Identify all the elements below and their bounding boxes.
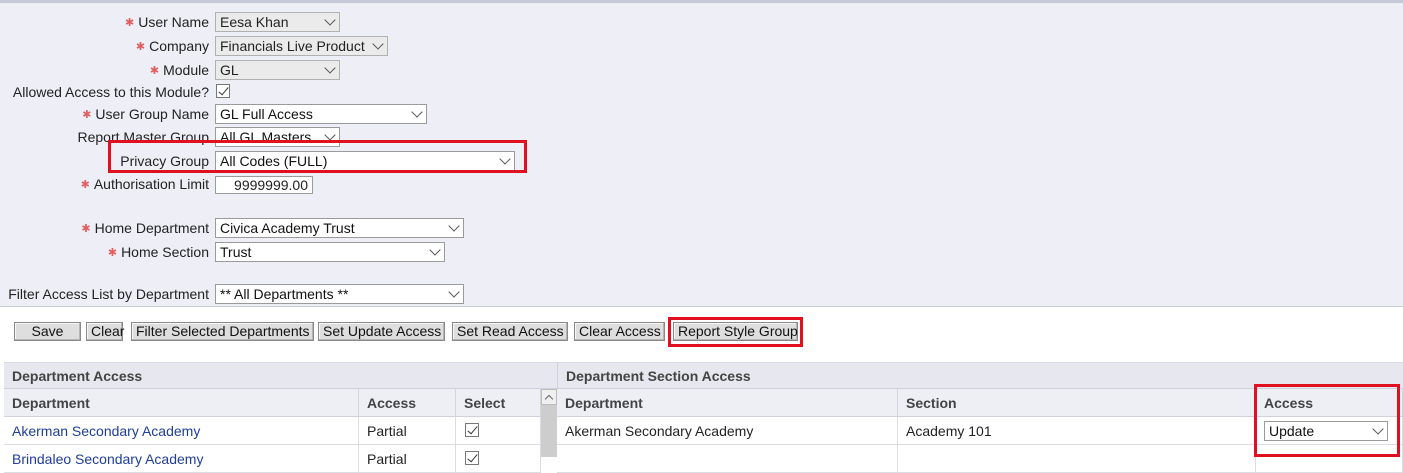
- clear-button[interactable]: Clear: [86, 322, 124, 341]
- user-access-form: ✱ User Name Eesa Khan ✱ Company Financials…: [0, 0, 1403, 307]
- clear-access-button[interactable]: Clear Access: [574, 322, 665, 341]
- chevron-down-icon: [374, 42, 382, 50]
- section-department-value: Akerman Secondary Academy: [557, 417, 898, 445]
- privacy-group-select[interactable]: All Codes (FULL): [215, 151, 515, 171]
- required-asterisk-icon: ✱: [107, 247, 118, 259]
- report-master-group-label: Report Master Group: [77, 129, 210, 145]
- department-access-header: Department Access: [4, 362, 557, 389]
- company-label: ✱ Company: [135, 38, 209, 54]
- section-empty-cell: [898, 445, 1256, 473]
- set-read-access-button[interactable]: Set Read Access: [452, 322, 568, 341]
- user-group-name-select[interactable]: GL Full Access: [215, 104, 427, 124]
- access-value: Partial: [359, 445, 456, 473]
- module-select[interactable]: GL: [215, 60, 340, 80]
- filter-access-select[interactable]: ** All Departments **: [215, 284, 464, 304]
- home-department-label: ✱ Home Department: [81, 220, 209, 236]
- set-update-access-button[interactable]: Set Update Access: [318, 322, 445, 341]
- required-asterisk-icon: ✱: [124, 17, 135, 29]
- home-department-select[interactable]: Civica Academy Trust: [215, 218, 464, 238]
- allowed-access-label: Allowed Access to this Module?: [12, 84, 209, 100]
- filter-selected-departments-button[interactable]: Filter Selected Departments: [131, 322, 314, 341]
- chevron-down-icon: [326, 66, 334, 74]
- section-empty-cell: [1256, 445, 1403, 473]
- privacy-group-label: Privacy Group: [120, 153, 209, 169]
- report-style-group-button[interactable]: Report Style Group: [673, 322, 798, 341]
- select-cell: [456, 417, 541, 445]
- column-select[interactable]: Select: [456, 389, 541, 417]
- company-select[interactable]: Financials Live Product: [215, 36, 388, 56]
- chevron-down-icon: [413, 110, 421, 118]
- allowed-access-checkbox[interactable]: [216, 84, 230, 98]
- required-asterisk-icon: ✱: [135, 41, 146, 53]
- authorisation-limit-label: ✱ Authorisation Limit: [80, 176, 209, 192]
- access-value: Partial: [359, 417, 456, 445]
- user-name-label: ✱ User Name: [124, 14, 209, 30]
- home-section-label: ✱ Home Section: [107, 244, 209, 260]
- required-asterisk-icon: ✱: [81, 223, 91, 235]
- filter-access-label: Filter Access List by Department: [8, 286, 209, 302]
- row-select-checkbox[interactable]: [465, 423, 479, 437]
- chevron-down-icon: [326, 18, 334, 26]
- section-access-select[interactable]: Update: [1264, 421, 1388, 441]
- section-value: Academy 101: [898, 417, 1256, 445]
- chevron-down-icon: [326, 133, 334, 141]
- department-link[interactable]: Brindaleo Secondary Academy: [4, 445, 359, 473]
- row-select-checkbox[interactable]: [465, 451, 479, 465]
- column-access[interactable]: Access: [359, 389, 456, 417]
- user-name-select[interactable]: Eesa Khan: [215, 12, 340, 32]
- required-asterisk-icon: ✱: [82, 109, 92, 121]
- column-section-access[interactable]: Access: [1256, 389, 1403, 417]
- chevron-down-icon: [501, 157, 509, 165]
- required-asterisk-icon: ✱: [80, 179, 90, 191]
- chevron-down-icon: [1374, 427, 1382, 435]
- module-label: ✱ Module: [149, 62, 209, 78]
- chevron-down-icon: [450, 290, 458, 298]
- column-section-department[interactable]: Department: [557, 389, 898, 417]
- chevron-down-icon: [431, 248, 439, 256]
- chevron-down-icon: [450, 224, 458, 232]
- scroll-up-arrow-icon[interactable]: [541, 389, 557, 405]
- section-empty-cell: [557, 445, 898, 473]
- column-section[interactable]: Section: [898, 389, 1256, 417]
- section-access-cell: Update: [1256, 417, 1403, 445]
- authorisation-limit-input[interactable]: 9999999.00: [215, 176, 313, 194]
- department-link[interactable]: Akerman Secondary Academy: [4, 417, 359, 445]
- select-cell: [456, 445, 541, 473]
- section-access-header: Department Section Access: [557, 362, 1403, 389]
- required-asterisk-icon: ✱: [149, 65, 160, 77]
- report-master-group-select[interactable]: All GL Masters: [215, 127, 340, 147]
- user-group-name-label: ✱ User Group Name: [82, 106, 209, 122]
- home-section-select[interactable]: Trust: [215, 242, 445, 262]
- column-department[interactable]: Department: [4, 389, 359, 417]
- save-button[interactable]: Save: [14, 322, 81, 341]
